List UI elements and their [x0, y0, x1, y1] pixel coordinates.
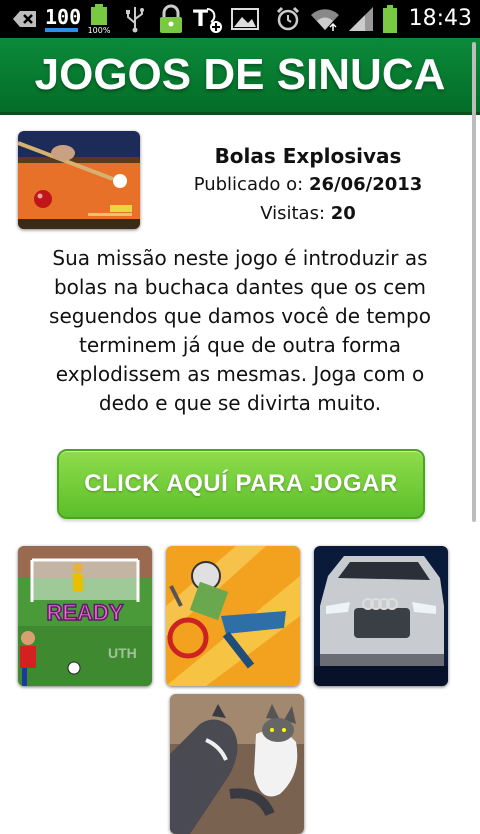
battery-small-icon: 100% — [86, 0, 112, 38]
alarm-icon — [274, 0, 302, 38]
image-icon — [230, 0, 260, 38]
visits-row: Visitas: 20 — [180, 199, 436, 228]
soccer-penalty-thumbnail: READY UTH — [18, 546, 152, 686]
svg-text:UTH: UTH — [108, 645, 137, 661]
dog-and-cat-thumbnail — [170, 694, 304, 834]
published-row: Publicado o: 26/06/2013 — [180, 170, 436, 199]
published-date: 26/06/2013 — [308, 174, 423, 195]
play-game-button[interactable]: CLICK AQUÍ PARA JOGAR — [57, 449, 425, 519]
page-title: JOGOS DE SINUCA — [34, 50, 446, 99]
related-game-dog-cat[interactable] — [170, 694, 304, 834]
bmx-rider-thumbnail — [166, 546, 300, 686]
battery-icon — [380, 0, 400, 38]
related-game-suv[interactable] — [314, 546, 448, 686]
usb-icon — [122, 0, 148, 38]
status-bar: 100 100% T 18:43 — [0, 0, 480, 38]
data-100-icon: 100 — [44, 0, 80, 38]
ready-overlay: READY — [46, 600, 123, 625]
wifi-icon — [308, 0, 342, 38]
lock-icon — [156, 0, 186, 38]
scrollbar[interactable] — [472, 42, 476, 522]
published-label: Publicado o: — [193, 174, 304, 195]
silver-suv-thumbnail — [314, 546, 448, 686]
battery-small-label: 100% — [88, 26, 111, 35]
game-title: Bolas Explosivas — [214, 144, 402, 168]
svg-text:T: T — [193, 7, 208, 32]
featured-game-thumbnail[interactable] — [18, 131, 140, 229]
play-game-button-label: CLICK AQUÍ PARA JOGAR — [84, 470, 398, 497]
game-info: Bolas Explosivas Publicado o: 26/06/2013… — [180, 142, 436, 228]
visits-label: Visitas: — [260, 203, 326, 224]
svg-text:100: 100 — [45, 5, 80, 29]
app-header: JOGOS DE SINUCA — [0, 38, 480, 115]
related-game-soccer[interactable]: READY UTH — [18, 546, 152, 686]
signal-icon — [346, 0, 376, 38]
t-plus-icon: T — [192, 0, 226, 38]
visits-count: 20 — [330, 203, 356, 224]
related-game-bmx[interactable] — [166, 546, 300, 686]
game-description: Sua missão neste jogo é introduzir as bo… — [49, 246, 431, 415]
back-icon — [10, 0, 40, 38]
clock: 18:43 — [408, 6, 472, 31]
